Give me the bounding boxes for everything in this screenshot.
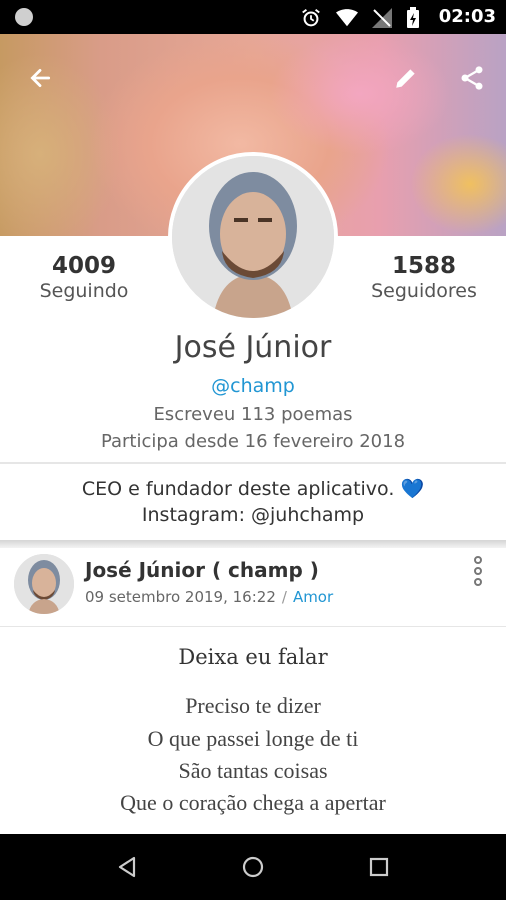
member-since: Participa desde 16 fevereiro 2018 [100, 431, 406, 452]
post-author-name[interactable]: José Júnior ( champ ) [85, 558, 319, 582]
followers-label: Seguidores [371, 280, 477, 302]
poem-line: Preciso te dizer [185, 693, 321, 718]
avatar-image [14, 554, 74, 614]
status-bar: 02:03 [0, 0, 506, 34]
no-signal-icon [372, 8, 392, 28]
profile-screen: 02:03 4009 Seguindo 1588 Seguidores José… [0, 0, 506, 900]
poem-title[interactable]: Deixa eu falar [0, 645, 506, 669]
triangle-back-icon [118, 856, 136, 878]
circle-home-icon [242, 856, 264, 878]
post-date: 09 setembro 2019, 16:22 [85, 588, 276, 606]
status-icons [300, 7, 420, 29]
bio-line-2: Instagram: @juhchamp [141, 504, 365, 526]
divider [0, 626, 506, 627]
poem-line: São tantas coisas [178, 758, 328, 783]
more-vert-dot [474, 578, 482, 586]
bio-text: CEO e fundador deste aplicativo. [81, 478, 395, 500]
back-button[interactable] [20, 58, 60, 98]
post-category[interactable]: Amor [293, 588, 333, 606]
clock: 02:03 [438, 6, 496, 27]
share-button[interactable] [452, 58, 492, 98]
battery-charging-icon [407, 7, 419, 28]
following-stat[interactable]: 4009 Seguindo [14, 252, 154, 302]
post-menu-button[interactable] [466, 556, 490, 586]
nav-recents-button[interactable] [364, 852, 394, 882]
notification-dot-icon [15, 8, 33, 26]
arrow-back-icon [30, 69, 51, 87]
blue-heart-icon: 💙 [400, 478, 425, 500]
navigation-bar [0, 834, 506, 900]
following-count: 4009 [51, 253, 116, 279]
poems-written: Escreveu 113 poemas [153, 404, 353, 425]
edit-pencil-icon [396, 69, 415, 88]
avatar-image [172, 156, 334, 318]
divider [0, 462, 506, 464]
more-vert-dot [474, 567, 482, 575]
profile-handle[interactable]: @champ [0, 375, 506, 397]
more-vert-icon [474, 556, 482, 564]
nav-home-button[interactable] [238, 852, 268, 882]
followers-count: 1588 [391, 253, 456, 279]
poem-line: Que o coração chega a apertar [120, 790, 386, 815]
wifi-icon [336, 9, 358, 27]
edit-profile-button[interactable] [386, 58, 426, 98]
nav-back-button[interactable] [112, 852, 142, 882]
followers-stat[interactable]: 1588 Seguidores [354, 252, 494, 302]
post-meta: 09 setembro 2019, 16:22 / Amor [85, 588, 333, 606]
profile-name: José Júnior [174, 330, 332, 365]
section-separator [0, 540, 506, 548]
poem-line: O que passei longe de ti [147, 726, 359, 751]
square-recents-icon [369, 857, 389, 877]
bio-line-1: CEO e fundador deste aplicativo. 💙 [0, 477, 506, 500]
alarm-icon [302, 8, 320, 27]
following-label: Seguindo [39, 280, 129, 302]
post-author-avatar[interactable] [14, 554, 74, 614]
profile-avatar[interactable] [168, 152, 338, 322]
meta-separator: / [281, 588, 287, 606]
share-icon [461, 66, 483, 90]
